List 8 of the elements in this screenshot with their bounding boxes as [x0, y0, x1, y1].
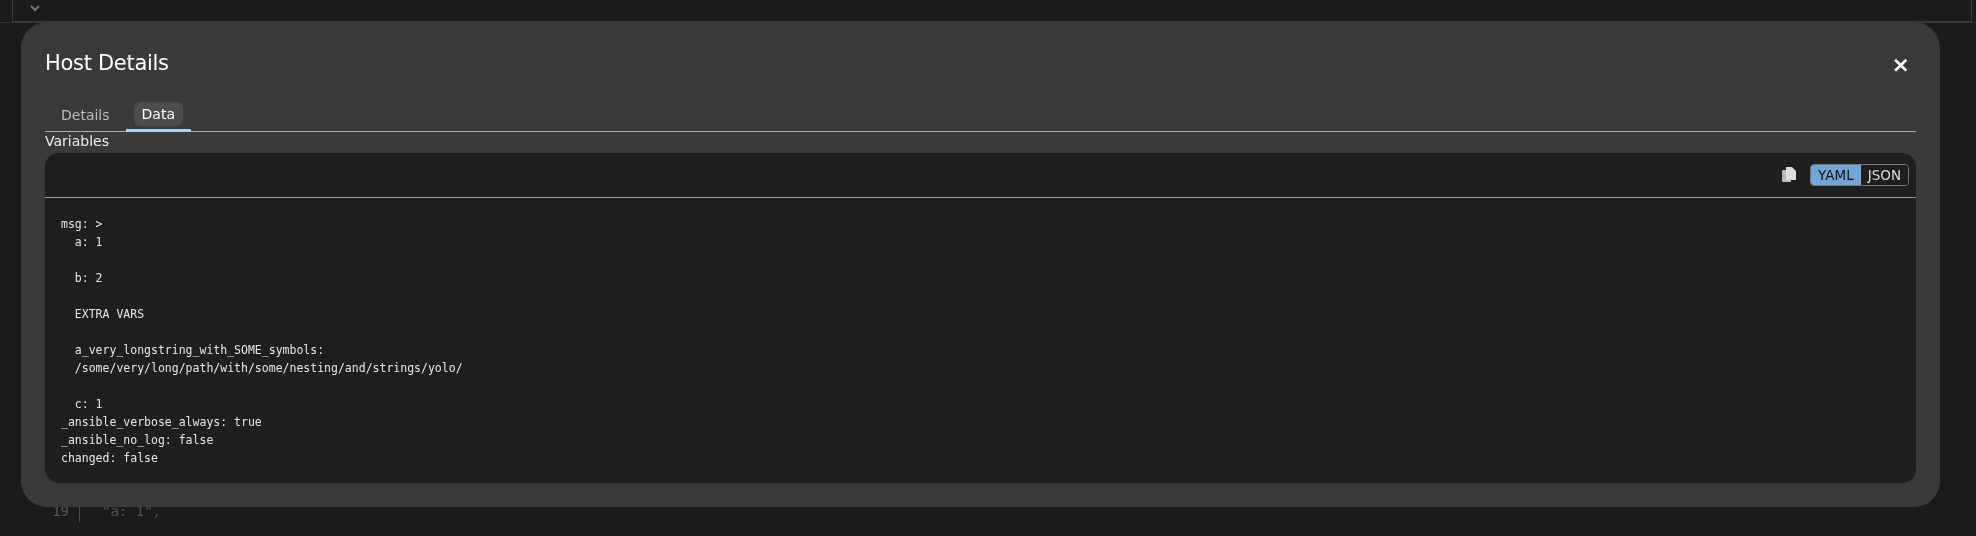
tab[interactable]: Details — [45, 99, 126, 131]
close-button[interactable]: × — [1885, 54, 1916, 76]
chevron-down-icon — [30, 3, 40, 13]
modal-title: Host Details — [45, 51, 169, 75]
copy-icon[interactable] — [1782, 167, 1797, 183]
section-label: Variables — [45, 133, 110, 151]
code-text: msg: > a: 1 b: 2 EXTRA VARS a_very_longstring_with_SOME_symbols: /some/very/long/path/with/some/nesting/and/strings/yolo/ c: 1 _ansible_verbose_always: true _ansible_no_log: false changed: false — [61, 216, 463, 467]
format-toggle-button[interactable]: YAML — [1811, 165, 1861, 185]
